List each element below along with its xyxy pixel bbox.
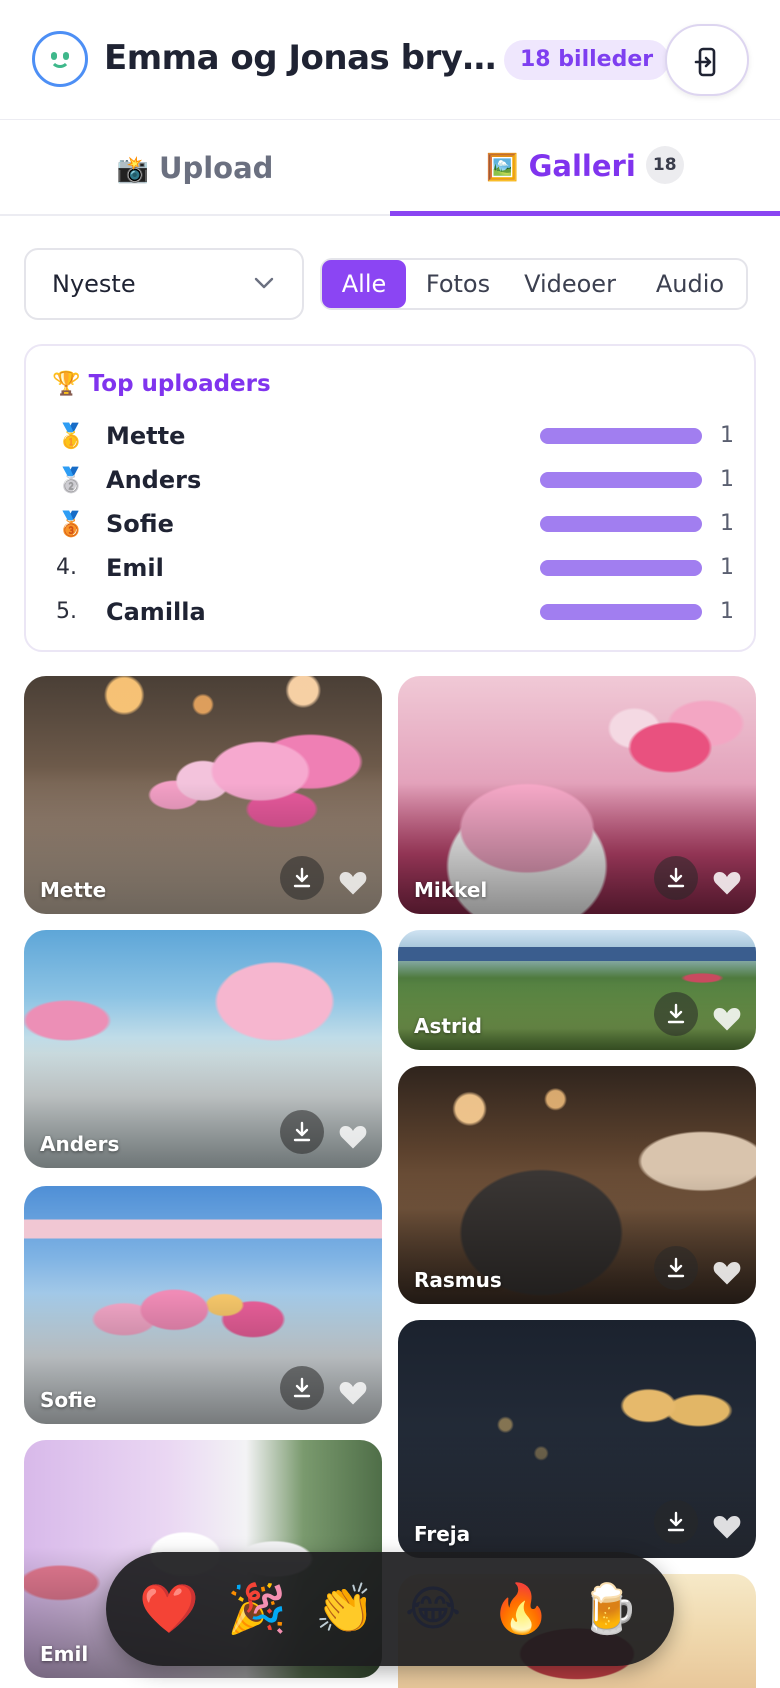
picture-icon: 🖼️ bbox=[486, 153, 519, 183]
download-button[interactable] bbox=[654, 1500, 698, 1544]
author-name: Emil bbox=[40, 1642, 89, 1666]
leader-row: 4. Emil 1 bbox=[26, 548, 756, 588]
media-type-filter: Alle Fotos Videoer Audio bbox=[320, 258, 748, 310]
author-name: Mikkel bbox=[414, 878, 488, 902]
download-icon bbox=[293, 867, 311, 888]
rank-number: 4. bbox=[56, 555, 77, 580]
uploader-count: 1 bbox=[720, 467, 734, 492]
smiley-logo-icon bbox=[32, 31, 88, 87]
event-title: Emma og Jonas bry… bbox=[104, 38, 496, 78]
author-name: Rasmus bbox=[414, 1268, 502, 1292]
uploader-count: 1 bbox=[720, 555, 734, 580]
gallery-count-badge: 18 bbox=[645, 146, 684, 184]
author-name: Anders bbox=[40, 1132, 120, 1156]
uploader-name: Sofie bbox=[106, 510, 174, 538]
filter-photos[interactable]: Fotos bbox=[412, 260, 504, 308]
uploader-count: 1 bbox=[720, 511, 734, 536]
clap-reaction-icon[interactable]: 👏 bbox=[312, 1576, 378, 1642]
heart-icon[interactable] bbox=[338, 1378, 368, 1406]
exit-door-icon bbox=[694, 47, 716, 77]
download-button[interactable] bbox=[654, 856, 698, 900]
leader-row: 🥉 Sofie 1 bbox=[26, 504, 756, 544]
heart-icon[interactable] bbox=[338, 1122, 368, 1150]
gallery-item[interactable]: Freja bbox=[398, 1320, 756, 1558]
heart-reaction-icon[interactable]: ❤️ bbox=[136, 1576, 202, 1642]
top-uploaders-card: 🏆 Top uploaders 🥇 Mette 1 🥈 Anders 1 🥉 S… bbox=[24, 344, 756, 652]
fire-reaction-icon[interactable]: 🔥 bbox=[488, 1576, 554, 1642]
silver-medal-icon: 🥈 bbox=[56, 466, 86, 494]
uploader-bar bbox=[540, 428, 702, 444]
reaction-bar: ❤️ 🎉 👏 😂 🔥 🍺 bbox=[106, 1552, 674, 1666]
tab-gallery-label: Galleri bbox=[528, 149, 636, 183]
download-button[interactable] bbox=[654, 1246, 698, 1290]
uploader-name: Anders bbox=[106, 466, 202, 494]
download-button[interactable] bbox=[280, 856, 324, 900]
download-icon bbox=[667, 1003, 685, 1024]
uploader-bar bbox=[540, 472, 702, 488]
filter-audio[interactable]: Audio bbox=[634, 260, 746, 308]
uploader-name: Emil bbox=[106, 554, 164, 582]
download-icon bbox=[667, 1257, 685, 1278]
leader-row: 5. Camilla 1 bbox=[26, 592, 756, 632]
leader-row: 🥇 Mette 1 bbox=[26, 416, 756, 456]
party-reaction-icon[interactable]: 🎉 bbox=[224, 1576, 290, 1642]
author-name: Astrid bbox=[414, 1014, 482, 1038]
heart-icon[interactable] bbox=[338, 868, 368, 896]
gallery-item[interactable]: Mette bbox=[24, 676, 382, 914]
gallery-item[interactable]: Astrid bbox=[398, 930, 756, 1050]
heart-icon[interactable] bbox=[712, 1258, 742, 1286]
uploader-bar bbox=[540, 560, 702, 576]
rank-number: 5. bbox=[56, 599, 77, 624]
sort-select[interactable]: Nyeste bbox=[24, 248, 304, 320]
download-button[interactable] bbox=[280, 1110, 324, 1154]
chevron-down-icon bbox=[254, 277, 274, 289]
author-name: Sofie bbox=[40, 1388, 97, 1412]
download-icon bbox=[293, 1377, 311, 1398]
author-name: Mette bbox=[40, 878, 107, 902]
uploader-name: Mette bbox=[106, 422, 186, 450]
filter-all[interactable]: Alle bbox=[322, 260, 406, 308]
main-tabs: 📸 Upload 🖼️ Galleri 18 bbox=[0, 120, 780, 216]
leader-row: 🥈 Anders 1 bbox=[26, 460, 756, 500]
filter-videos[interactable]: Videoer bbox=[508, 260, 632, 308]
download-button[interactable] bbox=[654, 992, 698, 1036]
download-icon bbox=[667, 867, 685, 888]
gold-medal-icon: 🥇 bbox=[56, 422, 86, 450]
bronze-medal-icon: 🥉 bbox=[56, 510, 86, 538]
tab-gallery[interactable]: 🖼️ Galleri 18 bbox=[390, 120, 780, 216]
heart-icon[interactable] bbox=[712, 1512, 742, 1540]
download-icon bbox=[293, 1121, 311, 1142]
gallery-item[interactable]: Anders bbox=[24, 930, 382, 1168]
laugh-reaction-icon[interactable]: 😂 bbox=[400, 1576, 466, 1642]
beer-reaction-icon[interactable]: 🍺 bbox=[576, 1576, 642, 1642]
gallery-item[interactable]: Sofie bbox=[24, 1186, 382, 1424]
app-header: Emma og Jonas bry… 18 billeder bbox=[0, 0, 780, 120]
author-name: Freja bbox=[414, 1522, 471, 1546]
gallery-item[interactable]: Mikkel bbox=[398, 676, 756, 914]
camera-icon: 📸 bbox=[116, 155, 149, 185]
uploader-bar bbox=[540, 516, 702, 532]
tab-upload[interactable]: 📸 Upload bbox=[0, 120, 390, 216]
photo-count-badge: 18 billeder bbox=[504, 40, 670, 80]
sort-select-value: Nyeste bbox=[52, 270, 136, 298]
gallery-item[interactable]: Rasmus bbox=[398, 1066, 756, 1304]
heart-icon[interactable] bbox=[712, 868, 742, 896]
download-button[interactable] bbox=[280, 1366, 324, 1410]
top-uploaders-title: 🏆 Top uploaders bbox=[52, 371, 271, 397]
uploader-name: Camilla bbox=[106, 598, 206, 626]
tab-upload-label: Upload bbox=[158, 151, 274, 185]
heart-icon[interactable] bbox=[712, 1004, 742, 1032]
uploader-count: 1 bbox=[720, 423, 734, 448]
download-icon bbox=[667, 1511, 685, 1532]
uploader-bar bbox=[540, 604, 702, 620]
uploader-count: 1 bbox=[720, 599, 734, 624]
exit-button[interactable] bbox=[665, 24, 749, 96]
